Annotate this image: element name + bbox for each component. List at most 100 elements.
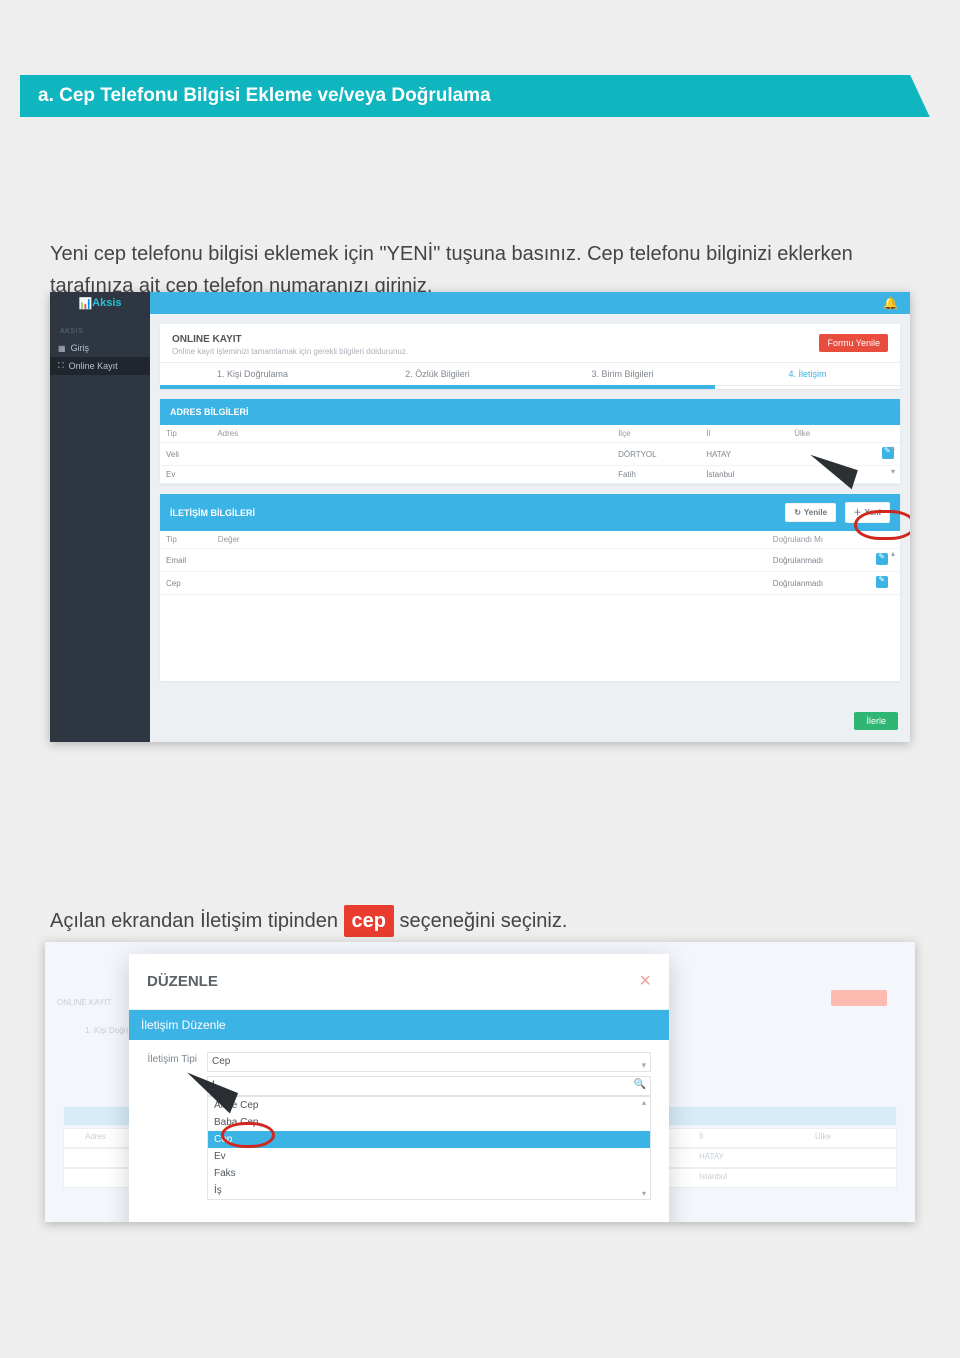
modal-subheader: İletişim Düzenle <box>129 1010 669 1040</box>
col-ilce: İlçe <box>612 425 700 443</box>
brand: 📊 Aksis <box>50 292 150 314</box>
online-kayit-card: ONLINE KAYIT Online kayıt işleminizi tam… <box>160 324 900 389</box>
cell <box>211 466 612 484</box>
close-icon[interactable]: × <box>639 970 651 993</box>
col-il: İl <box>700 425 788 443</box>
faint-cell: HATAY <box>699 1152 724 1161</box>
adres-table: Tip Adres İlçe İl Ülke Veli DÖRTYOL HATA… <box>160 425 900 484</box>
step-1[interactable]: 1. Kişi Doğrulama <box>160 363 345 385</box>
cell: DÖRTYOL <box>612 443 700 466</box>
cell: İstanbul <box>700 466 788 484</box>
bell-icon[interactable]: 🔔 <box>883 296 898 310</box>
col-dogr: Doğrulandı Mı <box>767 531 871 549</box>
section-banner-title: a. Cep Telefonu Bilgisi Ekleme ve/veya D… <box>38 85 491 107</box>
wizard-steps: 1. Kişi Doğrulama 2. Özlük Bilgileri 3. … <box>160 362 900 385</box>
search-icon: 🔍 <box>634 1079 646 1090</box>
col-adres: Adres <box>211 425 612 443</box>
cell: HATAY <box>700 443 788 466</box>
scroll-down-icon[interactable]: ▾ <box>639 1189 649 1198</box>
scroll-down-icon[interactable]: ▾ <box>888 467 898 477</box>
cell: Doğrulanmadı <box>767 572 871 595</box>
card-subtitle: Online kayıt işleminizi tamamlamak için … <box>172 347 408 356</box>
section-banner: a. Cep Telefonu Bilgisi Ekleme ve/veya D… <box>20 75 900 117</box>
cell: Ev <box>160 466 211 484</box>
cell: Fatih <box>612 466 700 484</box>
option-baba-cep[interactable]: Baba Cep <box>208 1114 650 1131</box>
sidebar-group-label: AKSİS <box>50 314 150 339</box>
search-input[interactable] <box>208 1077 638 1093</box>
field-label: İletişim Tipi <box>147 1052 197 1065</box>
wizard-progress <box>160 385 900 389</box>
sidebar: 📊 Aksis AKSİS ▦ Giriş ⛶ Online Kayıt <box>50 292 150 742</box>
yenile-button[interactable]: ↻ Yenile <box>785 503 836 522</box>
table-header-row: Tip Değer Doğrulandı Mı <box>160 531 900 549</box>
topbar: 🔔 <box>50 292 910 314</box>
faint-cell: İstanbul <box>699 1172 727 1181</box>
select-search[interactable]: 🔍 <box>207 1076 651 1096</box>
modal-title: DÜZENLE <box>147 973 218 990</box>
instruction-paragraph-2: Açılan ekrandan İletişim tipinden cep se… <box>50 905 890 937</box>
adres-panel-header: ADRES BİLGİLERİ <box>160 399 900 425</box>
table-row[interactable]: Cep Doğrulanmadı <box>160 572 900 595</box>
cell <box>212 572 767 595</box>
iletisim-table: Tip Değer Doğrulandı Mı Email Doğrulanma… <box>160 531 900 595</box>
cell <box>211 443 612 466</box>
sidebar-item-label: Online Kayıt <box>69 361 118 371</box>
select-options: Anne Cep Baba Cep Cep Ev Faks İş ▴ ▾ <box>207 1096 651 1200</box>
iletisim-panel: İLETİŞİM BİLGİLERİ ↻ Yenile ＋ Yeni Tip <box>160 494 900 681</box>
cell: Doğrulanmadı <box>767 549 871 572</box>
sidebar-item-giris[interactable]: ▦ Giriş <box>50 339 150 357</box>
expand-icon: ⛶ <box>58 361 64 371</box>
faint-card-title: ONLINE KAYIT <box>57 998 112 1007</box>
option-is[interactable]: İş <box>208 1182 650 1199</box>
screenshot-1: 🔔 📊 Aksis AKSİS ▦ Giriş ⛶ Online Kayıt O… <box>50 292 910 742</box>
ilerle-button[interactable]: İlerle <box>854 712 898 730</box>
scroll-up-icon[interactable]: ▴ <box>639 1098 649 1107</box>
scroll-up-icon[interactable]: ▴ <box>888 443 898 453</box>
iletisim-tipi-select[interactable]: Cep ▾ <box>207 1052 651 1072</box>
panel-title: İLETİŞİM BİLGİLERİ <box>170 508 255 518</box>
cell: Email <box>160 549 212 572</box>
col-tip: Tip <box>160 425 211 443</box>
option-cep[interactable]: Cep <box>208 1131 650 1148</box>
yeni-button[interactable]: ＋ Yeni <box>845 502 890 523</box>
brand-label: Aksis <box>92 297 121 309</box>
step-3[interactable]: 3. Birim Bilgileri <box>530 363 715 385</box>
card-header: ONLINE KAYIT Online kayıt işleminizi tam… <box>160 324 900 362</box>
main-content: ONLINE KAYIT Online kayıt işleminizi tam… <box>150 314 910 742</box>
modal-title-bar: DÜZENLE × <box>129 954 669 1010</box>
text: Açılan ekrandan İletişim tipinden <box>50 910 344 932</box>
dashboard-icon: ▦ <box>58 344 66 353</box>
scroll-up-icon[interactable]: ▴ <box>888 549 898 559</box>
button-label: Yenile <box>804 508 827 517</box>
edit-icon[interactable] <box>876 553 888 565</box>
col-ulke: Ülke <box>788 425 876 443</box>
table-row[interactable]: Email Doğrulanmadı <box>160 549 900 572</box>
table-row[interactable]: Ev Fatih İstanbul <box>160 466 900 484</box>
faint-col: Adres <box>85 1132 106 1141</box>
col-tip: Tip <box>160 531 212 549</box>
table-row[interactable]: Veli DÖRTYOL HATAY <box>160 443 900 466</box>
cep-tag: cep <box>344 905 394 937</box>
text: seçeneğini seçiniz. <box>400 910 568 932</box>
option-anne-cep[interactable]: Anne Cep <box>208 1097 650 1114</box>
option-ev[interactable]: Ev <box>208 1148 650 1165</box>
panel-title: ADRES BİLGİLERİ <box>170 407 249 417</box>
iletisim-panel-header: İLETİŞİM BİLGİLERİ ↻ Yenile ＋ Yeni <box>160 494 900 531</box>
sidebar-item-online-kayit[interactable]: ⛶ Online Kayıt <box>50 357 150 375</box>
cell: Cep <box>160 572 212 595</box>
option-faks[interactable]: Faks <box>208 1165 650 1182</box>
col-deger: Değer <box>212 531 767 549</box>
cell <box>212 549 767 572</box>
step-4[interactable]: 4. İletişim <box>715 363 900 385</box>
edit-icon[interactable] <box>876 576 888 588</box>
formu-yenile-button[interactable]: Formu Yenile <box>819 334 888 352</box>
sidebar-item-label: Giriş <box>71 343 90 353</box>
modal-body: İletişim Tipi Cep ▾ 🔍 Anne Cep Baba Cep <box>129 1040 669 1214</box>
select-value: Cep <box>212 1056 230 1067</box>
plus-icon: ＋ <box>854 507 862 518</box>
table-header-row: Tip Adres İlçe İl Ülke <box>160 425 900 443</box>
cell: Veli <box>160 443 211 466</box>
button-label: Yeni <box>865 508 881 517</box>
step-2[interactable]: 2. Özlük Bilgileri <box>345 363 530 385</box>
